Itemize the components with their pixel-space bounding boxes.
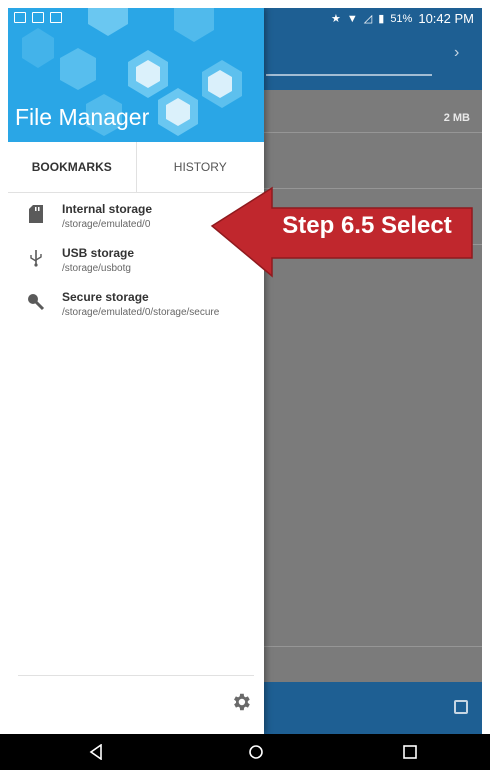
callout-label: Step 6.5 Select bbox=[282, 212, 452, 239]
wifi-icon: ▼ bbox=[346, 12, 358, 25]
gallery-notification-icon bbox=[14, 12, 26, 23]
bookmark-name: Secure storage bbox=[62, 290, 149, 304]
bookmark-path: /storage/usbotg bbox=[62, 263, 131, 274]
bookmark-path: /storage/emulated/0 bbox=[62, 219, 151, 230]
signal-icon: ◿ bbox=[363, 13, 373, 25]
list-divider bbox=[264, 646, 482, 647]
tab-history[interactable]: HISTORY bbox=[137, 142, 265, 192]
bookmark-secure-storage[interactable]: Secure storage /storage/emulated/0/stora… bbox=[8, 286, 264, 330]
navigation-drawer: File Manager BOOKMARKS HISTORY Internal … bbox=[8, 8, 264, 734]
status-bar: ★ ▼ ◿ ▮ 51% 10:42 PM bbox=[8, 8, 482, 30]
list-divider bbox=[264, 132, 482, 133]
bookmark-name: USB storage bbox=[62, 246, 135, 260]
drawer-divider bbox=[18, 675, 254, 676]
tab-bookmarks[interactable]: BOOKMARKS bbox=[8, 142, 137, 192]
sd-card-icon bbox=[26, 204, 46, 224]
bookmark-name: Internal storage bbox=[62, 202, 153, 216]
system-nav-bar bbox=[0, 734, 490, 770]
battery-level: 51% bbox=[390, 12, 413, 25]
recents-icon[interactable] bbox=[398, 734, 422, 770]
tab-indicator bbox=[266, 74, 432, 76]
mail-notification-icon bbox=[50, 12, 62, 23]
home-icon[interactable] bbox=[244, 734, 268, 770]
usb-icon bbox=[26, 248, 46, 268]
search-icon[interactable] bbox=[454, 700, 468, 714]
file-size: 2 MB bbox=[443, 112, 470, 124]
bookmark-path: /storage/emulated/0/storage/secure bbox=[62, 307, 220, 318]
chevron-right-icon[interactable]: › bbox=[454, 44, 459, 62]
drawer-title: File Manager bbox=[15, 104, 150, 130]
star-icon: ★ bbox=[331, 13, 341, 25]
clock: 10:42 PM bbox=[418, 11, 474, 26]
key-icon bbox=[26, 292, 46, 312]
gear-icon[interactable] bbox=[230, 691, 252, 713]
battery-icon: ▮ bbox=[378, 13, 385, 25]
outlook-notification-icon bbox=[32, 12, 44, 23]
back-icon[interactable] bbox=[84, 734, 108, 770]
screen: › 2 MB ★ ▼ ◿ ▮ 51% 10:42 PM File Manager… bbox=[8, 8, 482, 734]
